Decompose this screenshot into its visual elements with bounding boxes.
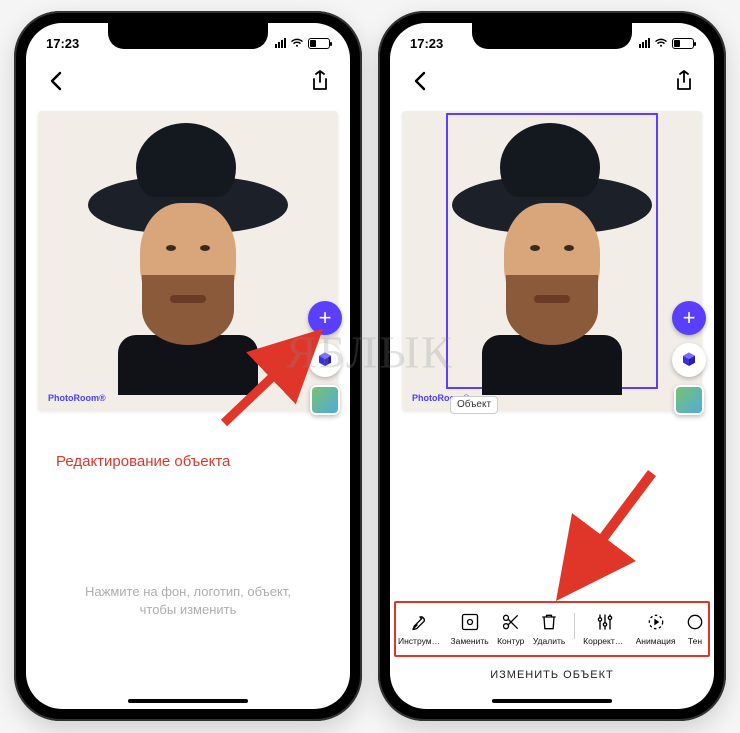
- nav-bar: [26, 61, 350, 101]
- tool-delete[interactable]: Удалить: [533, 611, 565, 646]
- comparison-stage: ЯБЛЫК 17:23: [0, 0, 740, 733]
- editor-canvas[interactable]: PhotoRoom® +: [38, 111, 338, 411]
- share-icon: [674, 70, 694, 92]
- layer-buttons: +: [672, 301, 706, 415]
- notch: [472, 23, 632, 49]
- hint-text: Нажмите на фон, логотип, объект, чтобы и…: [26, 583, 350, 618]
- add-layer-button[interactable]: +: [308, 301, 342, 335]
- scissors-icon: [500, 611, 522, 633]
- sliders-icon: [594, 611, 616, 633]
- annotation-label: Редактирование объекта: [56, 453, 230, 470]
- chevron-left-icon: [48, 71, 64, 91]
- status-time: 17:23: [46, 36, 79, 51]
- cube-icon: [316, 351, 334, 369]
- animation-icon: [645, 611, 667, 633]
- chevron-left-icon: [412, 71, 428, 91]
- cube-icon: [680, 351, 698, 369]
- phone-mockup-left: 17:23: [14, 11, 362, 721]
- background-layer-button[interactable]: [674, 385, 704, 415]
- status-indicators: [275, 38, 330, 49]
- tool-replace[interactable]: Заменить: [450, 611, 488, 646]
- object-layer-button[interactable]: [672, 343, 706, 377]
- home-indicator[interactable]: [128, 699, 248, 703]
- tool-instruments[interactable]: Инструменты: [398, 611, 442, 646]
- phone-mockup-right: 17:23: [378, 11, 726, 721]
- screen: 17:23: [26, 23, 350, 709]
- layer-buttons: +: [308, 301, 342, 415]
- object-layer-button[interactable]: [308, 343, 342, 377]
- object-pill[interactable]: Объект: [450, 396, 498, 414]
- status-indicators: [639, 38, 694, 49]
- object-toolbar: Инструменты Заменить Контур Удалить: [390, 605, 714, 648]
- tool-shadow[interactable]: Тен: [684, 611, 706, 646]
- background-layer-button[interactable]: [310, 385, 340, 415]
- screen: 17:23: [390, 23, 714, 709]
- tool-adjust[interactable]: Корректирова…: [583, 611, 627, 646]
- back-button[interactable]: [406, 67, 434, 95]
- shadow-icon: [684, 611, 706, 633]
- editor-canvas[interactable]: Объект PhotoRoom® +: [402, 111, 702, 411]
- cellular-icon: [275, 38, 286, 48]
- add-layer-button[interactable]: +: [672, 301, 706, 335]
- share-button[interactable]: [306, 67, 334, 95]
- tools-icon: [409, 611, 431, 633]
- back-button[interactable]: [42, 67, 70, 95]
- tool-contour[interactable]: Контур: [497, 611, 524, 646]
- cellular-icon: [639, 38, 650, 48]
- home-indicator[interactable]: [492, 699, 612, 703]
- nav-bar: [390, 61, 714, 101]
- wifi-icon: [290, 38, 304, 48]
- notch: [108, 23, 268, 49]
- share-icon: [310, 70, 330, 92]
- status-time: 17:23: [410, 36, 443, 51]
- wifi-icon: [654, 38, 668, 48]
- tool-animation[interactable]: Анимация: [636, 611, 676, 646]
- battery-icon: [672, 38, 694, 49]
- subject-object[interactable]: [452, 119, 652, 389]
- replace-icon: [459, 611, 481, 633]
- trash-icon: [538, 611, 560, 633]
- toolbar-title: ИЗМЕНИТЬ ОБЪЕКТ: [390, 669, 714, 681]
- toolbar-separator: [574, 613, 575, 639]
- battery-icon: [308, 38, 330, 49]
- subject-object[interactable]: [88, 119, 288, 389]
- brandmark: PhotoRoom®: [48, 393, 106, 403]
- share-button[interactable]: [670, 67, 698, 95]
- annotation-arrow: [540, 463, 680, 603]
